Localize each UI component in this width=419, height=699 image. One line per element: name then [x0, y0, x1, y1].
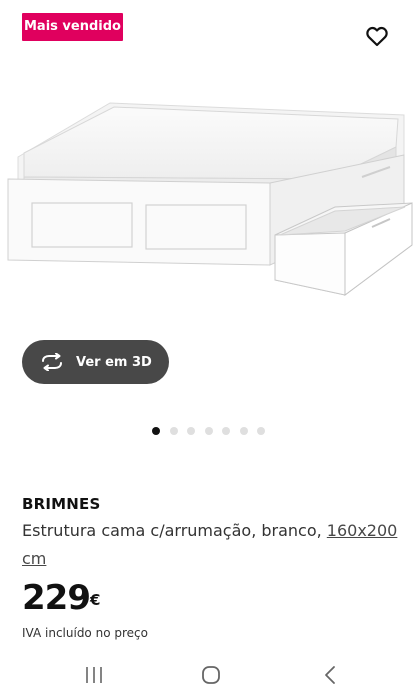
recents-button[interactable] — [79, 660, 109, 690]
price: 229€ — [22, 578, 100, 618]
view-3d-label: Ver em 3D — [76, 354, 152, 370]
carousel-dot[interactable] — [152, 427, 160, 435]
favorite-button[interactable] — [364, 23, 390, 49]
carousel-dot[interactable] — [239, 427, 248, 435]
heart-outline-icon — [366, 26, 388, 47]
product-page: Mais vendido Ver em 3D BRIMNES Estrutura… — [0, 0, 419, 699]
carousel-dot[interactable] — [257, 427, 265, 435]
vat-note: IVA incluído no preço — [22, 626, 148, 640]
product-description: Estrutura cama c/arrumação, branco, 160x… — [22, 517, 407, 573]
system-navigation-bar — [0, 652, 419, 699]
view-3d-button[interactable]: Ver em 3D — [22, 340, 169, 384]
carousel-dot[interactable] — [222, 427, 230, 435]
price-currency: € — [89, 591, 101, 609]
product-image[interactable] — [0, 95, 419, 305]
rotate-arrows-icon — [40, 352, 64, 372]
home-button[interactable] — [196, 660, 226, 690]
description-text: Estrutura cama c/arrumação, branco, — [22, 521, 327, 540]
home-icon — [202, 666, 220, 684]
carousel-dot[interactable] — [204, 427, 213, 435]
carousel-indicator — [152, 426, 275, 436]
bed-illustration — [7, 102, 413, 296]
back-button[interactable] — [315, 660, 345, 690]
recents-icon — [86, 667, 102, 683]
carousel-dot[interactable] — [187, 427, 195, 435]
back-icon — [325, 666, 335, 684]
carousel-dot[interactable] — [169, 427, 178, 435]
product-name: BRIMNES — [22, 495, 101, 513]
price-value: 229 — [22, 578, 91, 618]
bestseller-badge: Mais vendido — [22, 13, 123, 41]
